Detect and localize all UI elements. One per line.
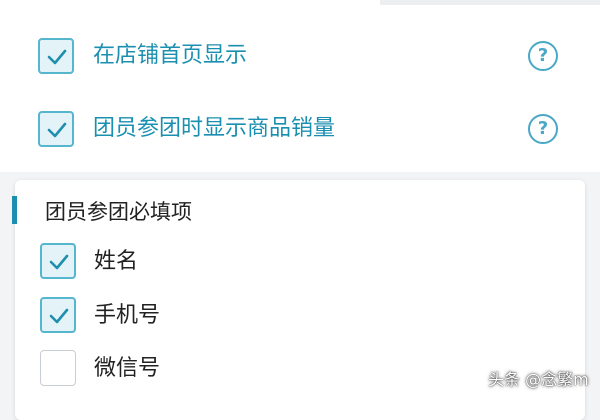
section-accent-bar bbox=[12, 196, 17, 224]
phone-label: 手机号 bbox=[94, 303, 161, 328]
show-sales-volume-label: 团员参团时显示商品销量 bbox=[93, 116, 336, 141]
show-on-homepage-checkbox[interactable] bbox=[38, 38, 74, 74]
watermark: 头条 @念繁m bbox=[488, 370, 589, 389]
check-icon bbox=[49, 254, 69, 270]
setting-row-show-on-homepage: 在店铺首页显示 ? bbox=[0, 32, 600, 80]
check-icon bbox=[49, 308, 69, 324]
show-sales-volume-checkbox[interactable] bbox=[38, 111, 74, 147]
check-icon bbox=[47, 122, 67, 138]
top-divider bbox=[380, 0, 600, 5]
wechat-checkbox[interactable] bbox=[40, 350, 76, 386]
check-icon bbox=[47, 49, 67, 65]
setting-row-show-sales-volume: 团员参团时显示商品销量 ? bbox=[0, 105, 600, 153]
required-fields-title: 团员参团必填项 bbox=[45, 200, 192, 224]
question-circle-icon[interactable]: ? bbox=[528, 114, 558, 144]
show-on-homepage-label: 在店铺首页显示 bbox=[93, 43, 248, 68]
name-label: 姓名 bbox=[94, 249, 139, 274]
wechat-label: 微信号 bbox=[94, 356, 161, 381]
question-circle-icon[interactable]: ? bbox=[528, 41, 558, 71]
phone-checkbox[interactable] bbox=[40, 297, 76, 333]
name-checkbox[interactable] bbox=[40, 243, 76, 279]
